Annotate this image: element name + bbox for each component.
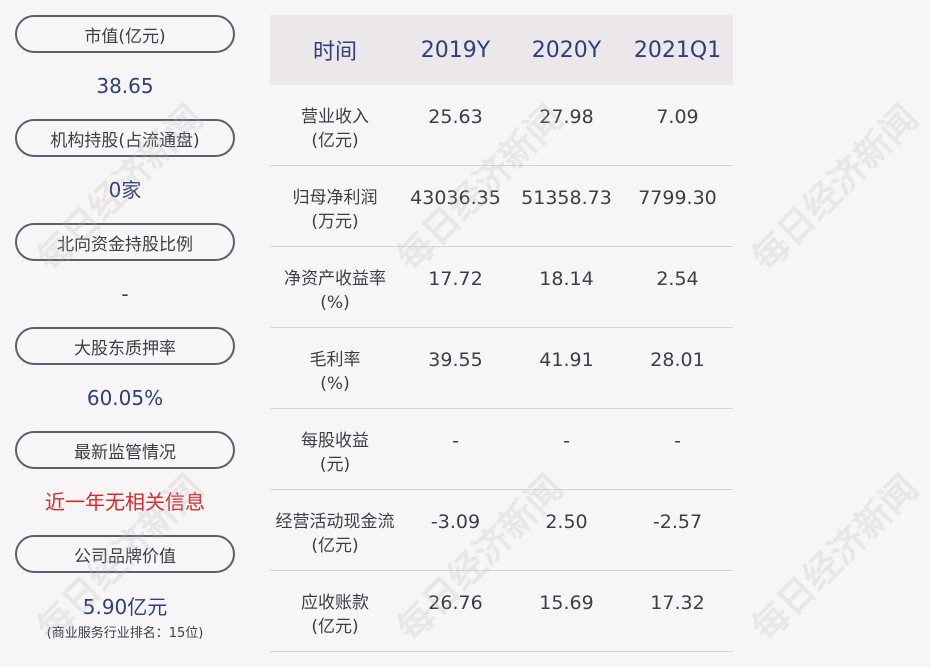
cell: - bbox=[674, 430, 681, 452]
table-row: 净资产收益率 (%) 17.72 18.14 2.54 bbox=[270, 247, 733, 328]
pledge-ratio-value: 60.05% bbox=[86, 386, 164, 410]
cell: 15.69 bbox=[539, 592, 594, 614]
row-label: 应收账款 (亿元) bbox=[301, 593, 369, 637]
row-label: 营业收入 (亿元) bbox=[301, 107, 369, 151]
row-label: 毛利率 (%) bbox=[309, 350, 361, 394]
table-row: 归母净利润 (万元) 43036.35 51358.73 7799.30 bbox=[270, 166, 733, 247]
cell: -3.09 bbox=[430, 511, 481, 533]
key-metrics-panel: 市值(亿元) 38.65 机构持股(占流通盘) 0家 北向资金持股比例 - 大股… bbox=[15, 15, 235, 641]
brand-value-value: 5.90亿元 bbox=[82, 595, 168, 619]
cell: 39.55 bbox=[428, 349, 483, 371]
cell: 43036.35 bbox=[410, 187, 501, 209]
table-row: 营业收入 (亿元) 25.63 27.98 7.09 bbox=[270, 85, 733, 166]
cell: 18.14 bbox=[539, 268, 594, 290]
header-2021q1: 2021Q1 bbox=[633, 37, 722, 63]
table-row: 应收账款 (亿元) 26.76 15.69 17.32 bbox=[270, 571, 733, 652]
cell: 41.91 bbox=[539, 349, 594, 371]
row-label: 净资产收益率 (%) bbox=[284, 269, 386, 313]
cell: 51358.73 bbox=[521, 187, 612, 209]
table-row: 经营活动现金流 (亿元) -3.09 2.50 -2.57 bbox=[270, 490, 733, 571]
cell: 25.63 bbox=[428, 106, 483, 128]
market-cap-value: 38.65 bbox=[96, 74, 154, 98]
cell: -2.57 bbox=[652, 511, 703, 533]
financial-table: 时间 2019Y 2020Y 2021Q1 营业收入 (亿元) 25.63 27.… bbox=[270, 15, 733, 652]
row-label: 每股收益 (元) bbox=[301, 431, 369, 475]
row-label: 归母净利润 (万元) bbox=[292, 188, 378, 232]
cell: 28.01 bbox=[650, 349, 705, 371]
brand-value-label: 公司品牌价值 bbox=[15, 535, 235, 573]
cell: 17.32 bbox=[650, 592, 705, 614]
cell: - bbox=[452, 430, 459, 452]
institutional-holdings-value: 0家 bbox=[108, 178, 142, 202]
table-row: 毛利率 (%) 39.55 41.91 28.01 bbox=[270, 328, 733, 409]
cell: 2.50 bbox=[545, 511, 588, 533]
pledge-ratio-label: 大股东质押率 bbox=[15, 327, 235, 365]
market-cap-label: 市值(亿元) bbox=[15, 15, 235, 53]
cell: 2.54 bbox=[656, 268, 699, 290]
northbound-ratio-label: 北向资金持股比例 bbox=[15, 223, 235, 261]
row-label: 经营活动现金流 (亿元) bbox=[275, 512, 395, 556]
regulatory-status-value: 近一年无相关信息 bbox=[45, 490, 205, 514]
table-header: 时间 2019Y 2020Y 2021Q1 bbox=[270, 15, 733, 85]
northbound-ratio-value: - bbox=[121, 282, 129, 306]
brand-value-rank: (商业服务行业排名：15位) bbox=[46, 626, 204, 641]
regulatory-status-label: 最新监管情况 bbox=[15, 431, 235, 469]
watermark: 每日经济新闻 bbox=[744, 467, 927, 650]
header-2020: 2020Y bbox=[531, 37, 602, 63]
table-row: 每股收益 (元) - - - bbox=[270, 409, 733, 490]
header-2019: 2019Y bbox=[420, 37, 491, 63]
cell: 26.76 bbox=[428, 592, 483, 614]
cell: 27.98 bbox=[539, 106, 594, 128]
cell: - bbox=[563, 430, 570, 452]
header-period: 时间 bbox=[312, 40, 357, 65]
brand-value-block: 5.90亿元 (商业服务行业排名：15位) bbox=[15, 573, 235, 641]
cell: 7.09 bbox=[656, 106, 699, 128]
cell: 7799.30 bbox=[638, 187, 717, 209]
institutional-holdings-label: 机构持股(占流通盘) bbox=[15, 119, 235, 157]
watermark: 每日经济新闻 bbox=[744, 97, 927, 280]
cell: 17.72 bbox=[428, 268, 483, 290]
